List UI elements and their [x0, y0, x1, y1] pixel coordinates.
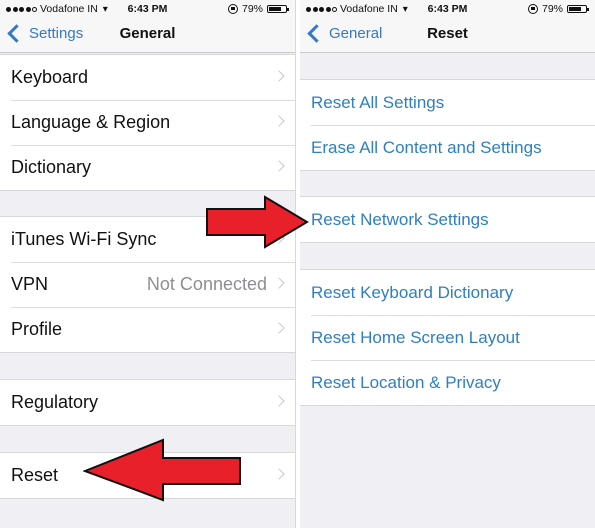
reset-group-2: Reset Network Settings — [300, 196, 595, 243]
reset-group-3: Reset Keyboard Dictionary Reset Home Scr… — [300, 269, 595, 406]
status-bar: Vodafone IN ▾ 6:43 PM 79% — [300, 0, 595, 18]
settings-row-dictionary[interactable]: Dictionary — [0, 145, 295, 190]
row-label: Reset Network Settings — [311, 209, 489, 229]
chevron-right-icon — [273, 468, 285, 480]
settings-group-1: Keyboard Language & Region Dictionary — [0, 54, 295, 191]
chevron-right-icon — [273, 277, 285, 289]
reset-group-1: Reset All Settings Erase All Content and… — [300, 79, 595, 171]
chevron-right-icon — [273, 395, 285, 407]
row-label: Dictionary — [11, 157, 92, 177]
reset-all-settings-button[interactable]: Reset All Settings — [300, 80, 595, 125]
page-title: Reset — [427, 25, 468, 42]
page-title: General — [119, 25, 176, 42]
reset-keyboard-dictionary-button[interactable]: Reset Keyboard Dictionary — [300, 270, 595, 315]
row-label: iTunes Wi-Fi Sync — [11, 229, 157, 249]
settings-row-language-region[interactable]: Language & Region — [0, 100, 295, 145]
arrow-shape — [206, 195, 309, 249]
row-label: VPN — [11, 274, 49, 294]
orientation-lock-icon — [227, 4, 238, 14]
left-arrow-annotation-icon — [83, 438, 241, 502]
row-label: Reset All Settings — [311, 92, 445, 112]
chevron-right-icon — [273, 115, 285, 127]
settings-group-3: Regulatory — [0, 379, 295, 426]
navigation-bar: General Reset — [300, 18, 595, 53]
row-label: Keyboard — [11, 67, 89, 87]
row-label: Profile — [11, 319, 63, 339]
battery-icon — [267, 5, 289, 13]
row-label: Reset — [11, 465, 59, 485]
settings-row-keyboard[interactable]: Keyboard — [0, 55, 295, 100]
settings-row-vpn[interactable]: VPN Not Connected — [0, 262, 295, 307]
settings-row-profile[interactable]: Profile — [0, 307, 295, 352]
reset-location-privacy-button[interactable]: Reset Location & Privacy — [300, 360, 595, 405]
battery-icon — [567, 5, 589, 13]
reset-settings-screen: Vodafone IN ▾ 6:43 PM 79% General Reset … — [300, 0, 595, 528]
navigation-bar: Settings General — [0, 18, 295, 53]
chevron-right-icon — [273, 70, 285, 82]
row-label: Reset Location & Privacy — [311, 372, 501, 392]
battery-percent: 79% — [541, 3, 563, 15]
vpn-status-value: Not Connected — [146, 274, 267, 294]
erase-all-content-button[interactable]: Erase All Content and Settings — [300, 125, 595, 170]
row-label: Reset Home Screen Layout — [311, 327, 520, 347]
right-arrow-annotation-icon — [206, 195, 309, 249]
row-label: Reset Keyboard Dictionary — [311, 282, 514, 302]
settings-row-regulatory[interactable]: Regulatory — [0, 380, 295, 425]
chevron-right-icon — [273, 322, 285, 334]
status-bar: Vodafone IN ▾ 6:43 PM 79% — [0, 0, 295, 18]
chevron-right-icon — [273, 160, 285, 172]
reset-network-settings-button[interactable]: Reset Network Settings — [300, 197, 595, 242]
row-label: Erase All Content and Settings — [311, 137, 542, 157]
battery-percent: 79% — [241, 3, 263, 15]
orientation-lock-icon — [527, 4, 538, 14]
row-label: Regulatory — [11, 392, 99, 412]
arrow-shape — [83, 438, 241, 502]
row-label: Language & Region — [11, 112, 171, 132]
reset-home-screen-layout-button[interactable]: Reset Home Screen Layout — [300, 315, 595, 360]
